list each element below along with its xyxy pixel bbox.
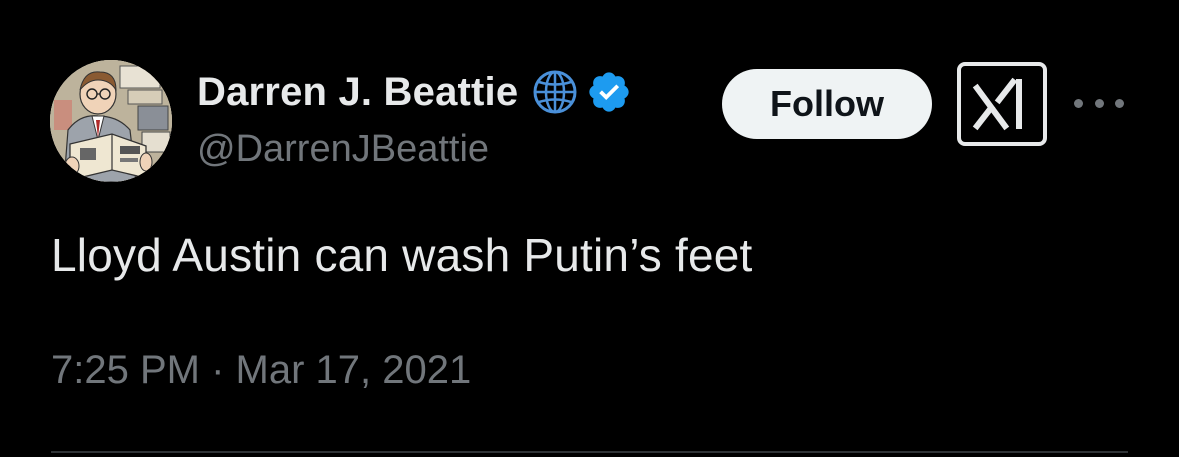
grok-logo-icon[interactable] — [957, 62, 1047, 146]
author-name-row: Darren J. Beattie — [197, 66, 632, 118]
more-dot — [1115, 98, 1124, 108]
author-handle[interactable]: @DarrenJBeattie — [197, 128, 489, 171]
tweet: Darren J. Beattie @DarrenJBeattie Follow — [0, 0, 1179, 457]
author-display-name[interactable]: Darren J. Beattie — [197, 70, 518, 115]
verified-badge-icon[interactable] — [586, 69, 632, 115]
more-dot — [1074, 98, 1083, 108]
globe-icon[interactable] — [532, 69, 578, 115]
avatar-illustration — [50, 60, 172, 182]
more-dot — [1094, 98, 1104, 108]
tweet-text: Lloyd Austin can wash Putin’s feet — [51, 229, 753, 281]
more-options-icon[interactable] — [1074, 92, 1124, 114]
tweet-timestamp[interactable]: 7:25 PM · Mar 17, 2021 — [51, 348, 471, 393]
divider — [51, 451, 1128, 453]
avatar[interactable] — [50, 60, 172, 182]
follow-button[interactable]: Follow — [722, 69, 932, 139]
